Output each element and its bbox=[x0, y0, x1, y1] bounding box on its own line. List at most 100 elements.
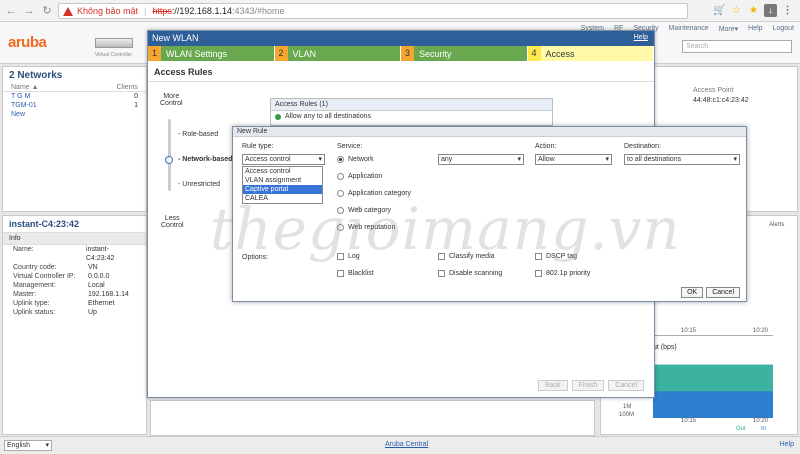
search-input[interactable]: Search bbox=[682, 40, 792, 53]
step-wlan-settings[interactable]: 1 WLAN Settings bbox=[148, 46, 275, 61]
radio-label: Web category bbox=[348, 207, 392, 214]
dialog-footer: Back Finish Cancel bbox=[537, 380, 644, 391]
service-network-radio[interactable]: Network bbox=[337, 156, 374, 163]
info-value: Local bbox=[88, 282, 105, 289]
cancel-button[interactable]: Cancel bbox=[608, 380, 644, 391]
ok-button[interactable]: OK bbox=[681, 287, 704, 298]
service-app-category-radio[interactable]: Application category bbox=[337, 190, 411, 197]
nav-maintenance[interactable]: Maintenance bbox=[669, 25, 709, 33]
nav-more[interactable]: More▾ bbox=[719, 25, 738, 33]
aruba-central-link[interactable]: Aruba Central bbox=[385, 441, 428, 448]
info-header: Info bbox=[3, 232, 146, 245]
star-icon[interactable]: ☆ bbox=[730, 4, 743, 17]
alerts-link[interactable]: Alerts bbox=[769, 222, 784, 228]
rule-type-dropdown: Access control VLAN assignment Captive p… bbox=[242, 166, 323, 204]
address-bar[interactable]: Không bảo mật | https ://192.168.1.14 :4… bbox=[58, 3, 688, 19]
language-select[interactable]: English bbox=[4, 440, 52, 451]
forward-icon[interactable]: → bbox=[22, 4, 36, 18]
more-control-label: More Control bbox=[160, 93, 183, 107]
option-unrestricted[interactable]: - Unrestricted bbox=[178, 181, 220, 188]
time-tick: 10:15 bbox=[681, 418, 697, 424]
option-label: Network-based bbox=[182, 156, 233, 163]
radio-icon bbox=[337, 190, 344, 197]
classify-media-checkbox[interactable]: Classify media bbox=[438, 253, 495, 260]
table-row[interactable]: New bbox=[3, 110, 146, 119]
radio-icon bbox=[337, 207, 344, 214]
service-label: Service: bbox=[337, 143, 363, 150]
table-row[interactable]: TGM-01 1 bbox=[3, 101, 146, 110]
network-name: TGM-01 bbox=[11, 102, 37, 109]
info-row: Uplink status: Up bbox=[3, 308, 146, 317]
rules-header: Access Rules (1) bbox=[271, 99, 552, 111]
cart-icon[interactable]: 🛒 bbox=[713, 4, 726, 17]
dropdown-option[interactable]: CALEA bbox=[243, 194, 322, 203]
network-name: New bbox=[11, 111, 26, 118]
finish-button[interactable]: Finish bbox=[571, 380, 605, 391]
rule-item[interactable]: Allow any to all destinations bbox=[271, 111, 552, 122]
radio-label: Network bbox=[348, 156, 374, 163]
time-tick: 10:20 bbox=[753, 328, 769, 334]
info-key: Name: bbox=[13, 246, 34, 253]
rule-type-value: Access control bbox=[245, 156, 291, 163]
option-network-based[interactable]: - Network-based bbox=[178, 156, 232, 163]
radio-icon bbox=[337, 224, 344, 231]
instant-title: instant-C4:23:42 bbox=[9, 219, 80, 229]
service-application-radio[interactable]: Application bbox=[337, 173, 382, 180]
step-vlan[interactable]: 2 VLAN bbox=[274, 46, 401, 61]
dialog-help-link[interactable]: Help bbox=[634, 34, 648, 41]
priority-checkbox[interactable]: 802.1p priority bbox=[535, 270, 590, 277]
bookmark-star-icon[interactable]: ★ bbox=[747, 4, 760, 17]
action-value: Allow bbox=[538, 156, 555, 163]
disable-scanning-checkbox[interactable]: Disable scanning bbox=[438, 270, 502, 277]
back-icon[interactable]: ← bbox=[4, 4, 18, 18]
help-link[interactable]: Help bbox=[780, 441, 794, 448]
throughput-label: ut (bps) bbox=[653, 344, 677, 351]
access-point-value[interactable]: 44:48:c1:c4:23:42 bbox=[693, 97, 749, 104]
y-tick: 100M bbox=[619, 412, 635, 418]
y-tick: 1M bbox=[623, 404, 632, 410]
dropdown-option-highlighted[interactable]: Captive portal bbox=[243, 185, 322, 194]
rule-type-label: Rule type: bbox=[242, 143, 274, 150]
service-web-category-radio[interactable]: Web category bbox=[337, 207, 391, 214]
download-icon[interactable]: ↓ bbox=[764, 4, 777, 17]
table-row[interactable]: T G M 0 bbox=[3, 92, 146, 101]
nav-logout[interactable]: Logout bbox=[773, 25, 794, 33]
dropdown-option[interactable]: VLAN assignment bbox=[243, 176, 322, 185]
col-clients[interactable]: Clients bbox=[117, 84, 138, 91]
info-row: Master: 192.168.1.14 bbox=[3, 290, 146, 299]
checkbox-label: DSCP tag bbox=[546, 253, 577, 260]
service-select[interactable]: any ▾ bbox=[438, 154, 524, 165]
log-checkbox[interactable]: Log bbox=[337, 253, 360, 260]
back-button[interactable]: Back bbox=[537, 380, 568, 391]
wizard-steps: 1 WLAN Settings 2 VLAN 3 Security 4 Access bbox=[148, 46, 654, 61]
browser-toolbar: ← → ↻ Không bảo mật | https ://192.168.1… bbox=[0, 0, 800, 22]
url-scheme: https bbox=[152, 6, 172, 16]
col-name[interactable]: Name ▲ bbox=[11, 84, 39, 91]
network-name: T G M bbox=[11, 93, 31, 100]
checkbox-icon bbox=[535, 270, 542, 277]
option-role-based[interactable]: - Role-based bbox=[178, 131, 218, 138]
new-rule-buttons: OK Cancel bbox=[681, 287, 740, 298]
menu-icon[interactable]: ⋮ bbox=[781, 4, 794, 17]
slider-track[interactable] bbox=[168, 119, 171, 191]
legend-out: Out bbox=[736, 426, 746, 432]
action-select[interactable]: Allow ▾ bbox=[535, 154, 612, 165]
step-access[interactable]: 4 Access bbox=[527, 46, 654, 61]
cancel-rule-button[interactable]: Cancel bbox=[706, 287, 740, 298]
slider-knob[interactable] bbox=[165, 156, 173, 164]
info-value: 192.168.1.14 bbox=[88, 291, 129, 298]
service-web-reputation-radio[interactable]: Web reputation bbox=[337, 224, 395, 231]
reload-icon[interactable]: ↻ bbox=[40, 4, 54, 18]
dropdown-option[interactable]: Access control bbox=[243, 167, 322, 176]
rule-type-select[interactable]: Access control ▾ bbox=[242, 154, 325, 165]
nav-help[interactable]: Help bbox=[748, 25, 762, 33]
step-security[interactable]: 3 Security bbox=[401, 46, 528, 61]
rule-text: Allow any to all destinations bbox=[285, 113, 371, 120]
checkbox-icon bbox=[438, 270, 445, 277]
chevron-down-icon: ▾ bbox=[318, 156, 322, 163]
blacklist-checkbox[interactable]: Blacklist bbox=[337, 270, 374, 277]
controller-label: Virtual Controller bbox=[95, 52, 133, 58]
aruba-logo: aruba bbox=[8, 34, 47, 51]
dscp-tag-checkbox[interactable]: DSCP tag bbox=[535, 253, 577, 260]
destination-select[interactable]: to all destinations ▾ bbox=[624, 154, 740, 165]
